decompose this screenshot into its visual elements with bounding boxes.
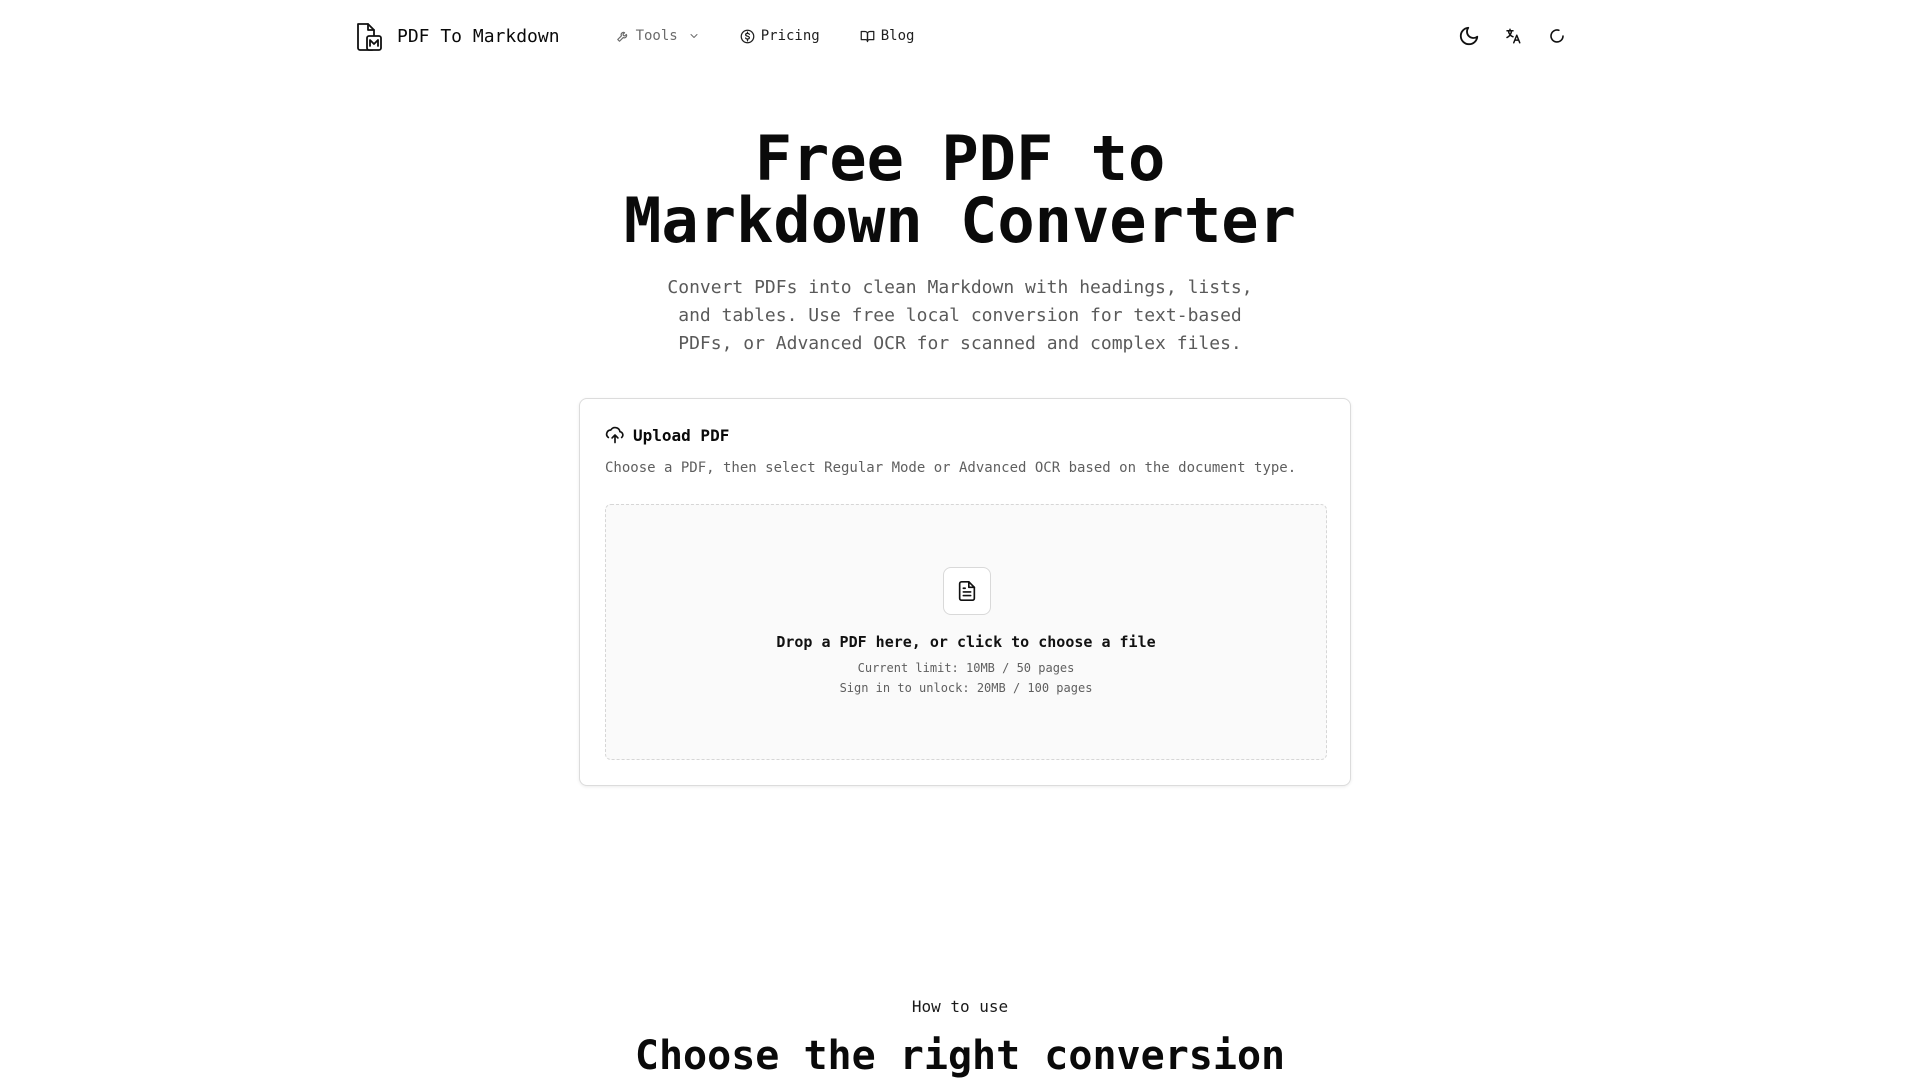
book-open-icon [860, 30, 875, 42]
pdf-markdown-logo-icon [355, 20, 383, 52]
header-actions [1443, 18, 1575, 54]
how-to-use-label: How to use [911, 997, 1009, 1016]
unlock-limit-text: Sign in to unlock: 20MB / 100 pages [839, 681, 1093, 695]
nav-tools-dropdown[interactable]: Tools [606, 22, 710, 50]
brand-name: PDF To Markdown [397, 25, 560, 47]
loading-spinner-icon [1550, 29, 1564, 43]
site-header: PDF To Markdown Tools Pricing Blog [355, 0, 1575, 72]
hero-subtitle-line-3: PDFs, or Advanced OCR for scanned and co… [678, 333, 1242, 354]
nav-blog-link[interactable]: Blog [850, 22, 925, 50]
account-loading-button[interactable] [1539, 18, 1575, 54]
upload-card-header: Upload PDF [605, 425, 729, 445]
file-text-icon [958, 581, 976, 601]
hero-subtitle-line-1: Convert PDFs into clean Markdown with he… [667, 277, 1253, 298]
nav-pricing-label: Pricing [760, 28, 820, 44]
theme-toggle-button[interactable] [1451, 18, 1487, 54]
main-nav: Tools Pricing Blog [606, 22, 945, 50]
brand-link[interactable]: PDF To Markdown [355, 20, 560, 52]
hero-title: Free PDF to Markdown Converter [0, 128, 1920, 252]
translate-icon [1506, 28, 1521, 44]
pdf-dropzone[interactable]: Drop a PDF here, or click to choose a fi… [605, 504, 1327, 760]
upload-card: Upload PDF Choose a PDF, then select Reg… [579, 398, 1351, 786]
dropzone-title: Drop a PDF here, or click to choose a fi… [776, 633, 1156, 651]
chevron-down-icon [690, 34, 698, 38]
page: PDF To Markdown Tools Pricing Blog Free … [0, 0, 1920, 1080]
cloud-upload-icon [605, 426, 624, 444]
nav-tools-label: Tools [635, 28, 678, 44]
header-left: PDF To Markdown Tools Pricing Blog [355, 20, 944, 52]
language-button[interactable] [1495, 18, 1531, 54]
wrench-icon [616, 31, 627, 42]
file-icon-box [943, 567, 991, 615]
upload-card-description: Choose a PDF, then select Regular Mode o… [605, 460, 1297, 476]
current-limit-text: Current limit: 10MB / 50 pages [857, 661, 1075, 675]
hero-subtitle-line-2: and tables. Use free local conversion fo… [678, 305, 1242, 326]
nav-blog-label: Blog [880, 28, 915, 44]
hero-title-line-1: Free PDF to [754, 122, 1166, 195]
upload-card-title: Upload PDF [633, 425, 730, 445]
dollar-circle-icon [740, 29, 755, 43]
hero-subtitle: Convert PDFs into clean Markdown with he… [660, 274, 1260, 358]
moon-icon [1459, 26, 1479, 46]
how-to-use-title: Choose the right conversion [634, 1033, 1286, 1079]
nav-pricing-link[interactable]: Pricing [730, 22, 830, 50]
hero-title-line-2: Markdown Converter [624, 184, 1296, 257]
